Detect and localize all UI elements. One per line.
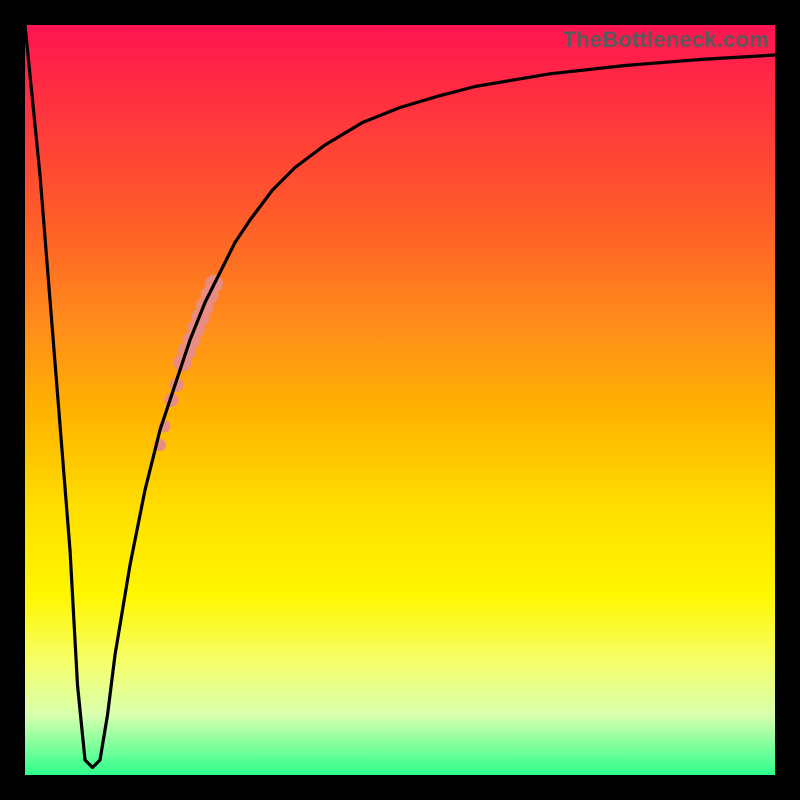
plot-area: TheBottleneck.com	[25, 25, 775, 775]
chart-frame: TheBottleneck.com	[0, 0, 800, 800]
curve-svg	[25, 25, 775, 775]
marker-cluster	[154, 275, 223, 451]
bottleneck-curve	[25, 25, 775, 768]
